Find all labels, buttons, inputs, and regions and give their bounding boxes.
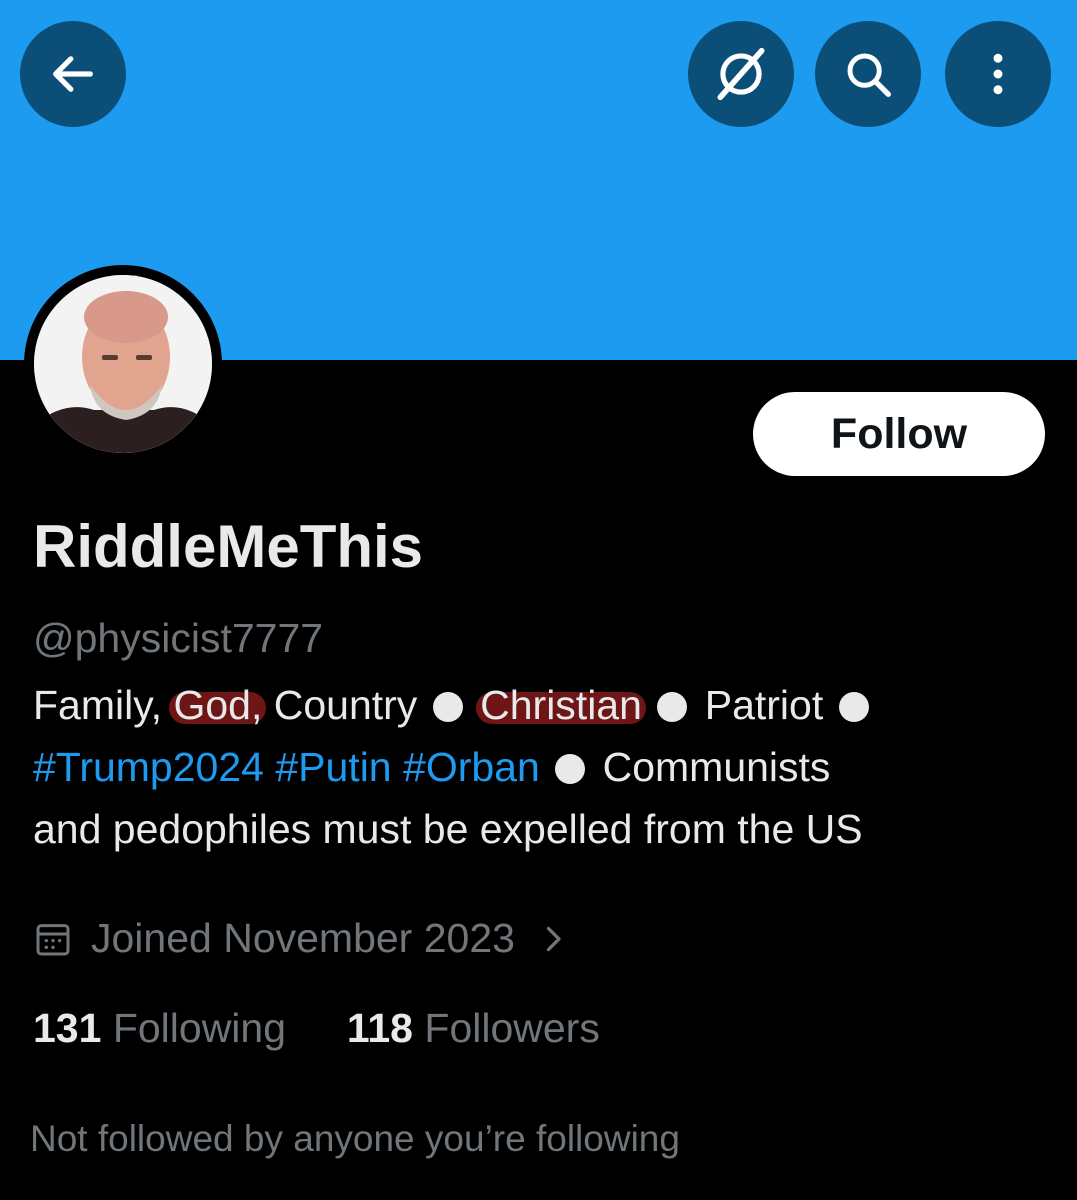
bullet-dot (838, 692, 869, 722)
arrow-left-icon (53, 56, 93, 92)
following-label: Following (112, 1005, 287, 1051)
grok-icon (717, 47, 765, 101)
bio-text: Communists (602, 744, 831, 790)
followers-count: 118 (346, 1005, 413, 1051)
highlight-god: God, (173, 682, 262, 728)
bullet-dot (432, 692, 463, 722)
chevron-right-icon (546, 926, 561, 951)
follow-button[interactable]: Follow (753, 392, 1045, 476)
mutual-followers-note: Not followed by anyone you’re following (30, 1118, 680, 1159)
hashtag-link[interactable]: #Orban (403, 744, 540, 790)
hashtag-link[interactable]: #Putin (275, 744, 391, 790)
highlight-christian: Christian (480, 682, 642, 728)
profile-bio: Family, God, Country Christian Patriot #… (33, 674, 1043, 860)
hashtag-link[interactable]: #Trump2024 (33, 744, 264, 790)
joined-date: Joined November 2023 (91, 915, 515, 961)
bullet-dot (657, 692, 688, 722)
bio-text: Patriot (704, 682, 824, 728)
following-count: 131 (33, 1005, 102, 1051)
bio-text: Family, (33, 682, 174, 728)
bullet-dot (555, 754, 586, 784)
follow-stats: 131 Following 118 Followers (33, 1005, 600, 1052)
followers-link[interactable]: 118 Followers (347, 1005, 600, 1051)
back-button[interactable] (20, 21, 126, 127)
calendar-icon (36, 923, 70, 955)
user-handle: @physicist7777 (33, 615, 324, 661)
bio-text: Christian (480, 682, 642, 728)
followers-label: Followers (424, 1005, 600, 1051)
following-link[interactable]: 131 Following (33, 1005, 286, 1051)
bio-text: and pedophiles must be expelled from the… (33, 806, 863, 852)
bio-text: Country (262, 682, 418, 728)
display-name: RiddleMeThis (33, 513, 424, 580)
avatar-photo (34, 275, 212, 453)
search-button[interactable] (815, 21, 921, 127)
avatar-ring[interactable] (24, 265, 222, 463)
more-button[interactable] (945, 21, 1051, 127)
grok-button[interactable] (688, 21, 794, 127)
avatar (34, 275, 212, 453)
search-icon (847, 53, 891, 97)
more-vertical-icon (993, 53, 1003, 95)
bio-text: God, (173, 682, 263, 728)
joined-row[interactable]: Joined November 2023 (33, 915, 571, 962)
